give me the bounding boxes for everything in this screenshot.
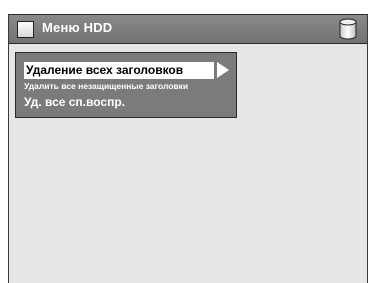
menu-panel: Удаление всех заголовков Удалить все нез… (15, 52, 237, 118)
menu-item-delete-all-playlists[interactable]: Уд. все сп.воспр. (24, 94, 125, 111)
menu-icon (17, 21, 34, 38)
arrow-right-icon (217, 62, 229, 78)
hdd-icon (339, 18, 357, 40)
hdd-menu-screen: Меню HDD Удаление всех заголовков Удалит… (8, 14, 368, 283)
menu-item-delete-all-titles[interactable]: Удаление всех заголовков (24, 62, 214, 79)
title-bar: Меню HDD (9, 14, 367, 44)
menu-item-delete-unprotected-titles[interactable]: Удалить все незащищенные заголовки (24, 80, 188, 92)
page-title: Меню HDD (42, 20, 113, 35)
